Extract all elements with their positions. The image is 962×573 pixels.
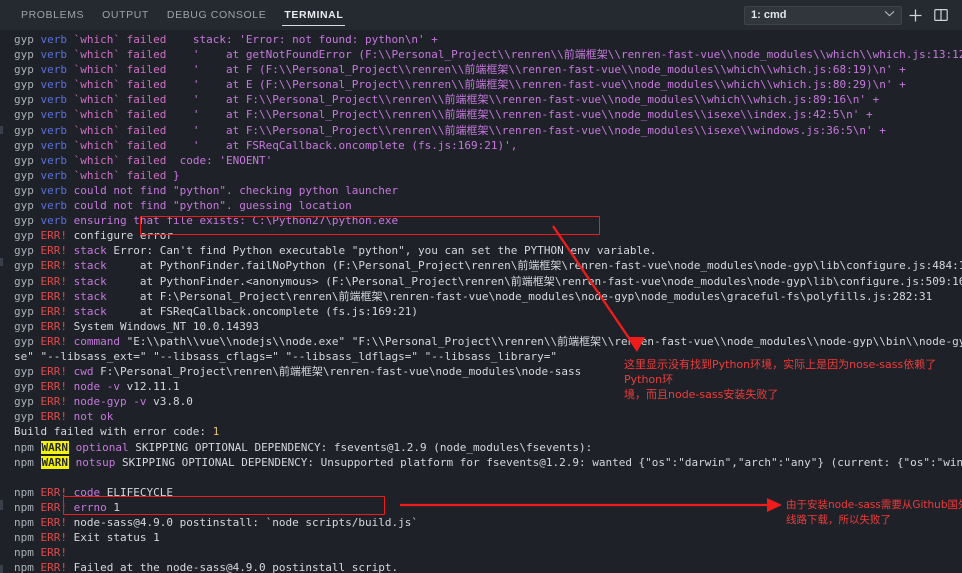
terminal-line: gyp verb `which` failed ' at getNotFound… (14, 47, 962, 62)
terminal-line: gyp ERR! configure error (14, 228, 962, 243)
split-editor-icon (934, 8, 948, 22)
terminal-line: gyp verb `which` failed ' at F:\\Persona… (14, 123, 962, 138)
panel-actions: 1: cmd (744, 0, 962, 30)
terminal-line: gyp ERR! System Windows_NT 10.0.14393 (14, 319, 962, 334)
terminal-line: npm ERR! node-sass@4.9.0 postinstall: `n… (14, 515, 962, 530)
terminal-selector-value: 1: cmd (751, 9, 786, 21)
terminal-output: gyp verb `which` failed stack: 'Error: n… (14, 32, 962, 573)
terminal-line: gyp verb `which` failed ' at FSReqCallba… (14, 138, 962, 153)
terminal-line: gyp verb `which` failed } (14, 168, 962, 183)
terminal-line: gyp ERR! node-gyp -v v3.8.0 (14, 394, 962, 409)
terminal-line: gyp verb ensuring that file exists: C:\P… (14, 213, 962, 228)
terminal-line: gyp verb `which` failed ' at E (F:\\Pers… (14, 77, 962, 92)
tab-debug-console[interactable]: DEBUG CONSOLE (158, 0, 275, 30)
terminal-line: npm WARN optional SKIPPING OPTIONAL DEPE… (14, 440, 962, 455)
terminal-line (14, 470, 962, 485)
chevron-down-icon (884, 10, 895, 20)
terminal-line: gyp ERR! cwd F:\Personal_Project\renren\… (14, 364, 962, 379)
terminal-line: se" "--libsass_ext=" "--libsass_cflags="… (14, 349, 962, 364)
terminal-line: gyp ERR! stack at PythonFinder.<anonymou… (14, 274, 962, 289)
terminal-line: gyp ERR! stack Error: Can't find Python … (14, 243, 962, 258)
terminal-line: gyp ERR! command "E:\\path\\vue\\nodejs\… (14, 334, 962, 349)
terminal-line: npm ERR! Exit status 1 (14, 530, 962, 545)
terminal-line: gyp verb could not find "python". checki… (14, 183, 962, 198)
terminal-line: npm ERR! Failed at the node-sass@4.9.0 p… (14, 560, 962, 573)
terminal-line: gyp verb could not find "python". guessi… (14, 198, 962, 213)
terminal-line: gyp ERR! not ok (14, 409, 962, 424)
terminal-line: npm WARN notsup SKIPPING OPTIONAL DEPEND… (14, 455, 962, 470)
terminal-line: gyp ERR! stack at FSReqCallback.oncomple… (14, 304, 962, 319)
terminal-panel: PROBLEMS OUTPUT DEBUG CONSOLE TERMINAL 1… (0, 0, 962, 573)
tab-terminal[interactable]: TERMINAL (275, 0, 352, 30)
terminal-viewport[interactable]: gyp verb `which` failed stack: 'Error: n… (0, 30, 962, 573)
terminal-line: gyp ERR! stack at PythonFinder.failNoPyt… (14, 258, 962, 273)
terminal-line: npm ERR! code ELIFECYCLE (14, 485, 962, 500)
terminal-line: gyp verb `which` failed stack: 'Error: n… (14, 32, 962, 47)
terminal-line: gyp ERR! node -v v12.11.1 (14, 379, 962, 394)
terminal-line: Build failed with error code: 1 (14, 424, 962, 439)
panel-tabbar: PROBLEMS OUTPUT DEBUG CONSOLE TERMINAL 1… (0, 0, 962, 30)
terminal-line: npm ERR! (14, 545, 962, 560)
new-terminal-button[interactable] (902, 2, 928, 28)
tab-problems[interactable]: PROBLEMS (12, 0, 93, 30)
terminal-line: gyp verb `which` failed code: 'ENOENT' (14, 153, 962, 168)
plus-icon (908, 8, 923, 23)
terminal-line: gyp verb `which` failed ' at F:\\Persona… (14, 92, 962, 107)
terminal-scrollbar[interactable] (0, 30, 4, 573)
terminal-line: npm ERR! errno 1 (14, 500, 962, 515)
terminal-line: gyp verb `which` failed ' at F (F:\\Pers… (14, 62, 962, 77)
terminal-line: gyp ERR! stack at F:\Personal_Project\re… (14, 289, 962, 304)
split-terminal-button[interactable] (928, 2, 954, 28)
terminal-line: gyp verb `which` failed ' at F:\\Persona… (14, 107, 962, 122)
terminal-selector-dropdown[interactable]: 1: cmd (744, 6, 902, 25)
tab-output[interactable]: OUTPUT (93, 0, 158, 30)
